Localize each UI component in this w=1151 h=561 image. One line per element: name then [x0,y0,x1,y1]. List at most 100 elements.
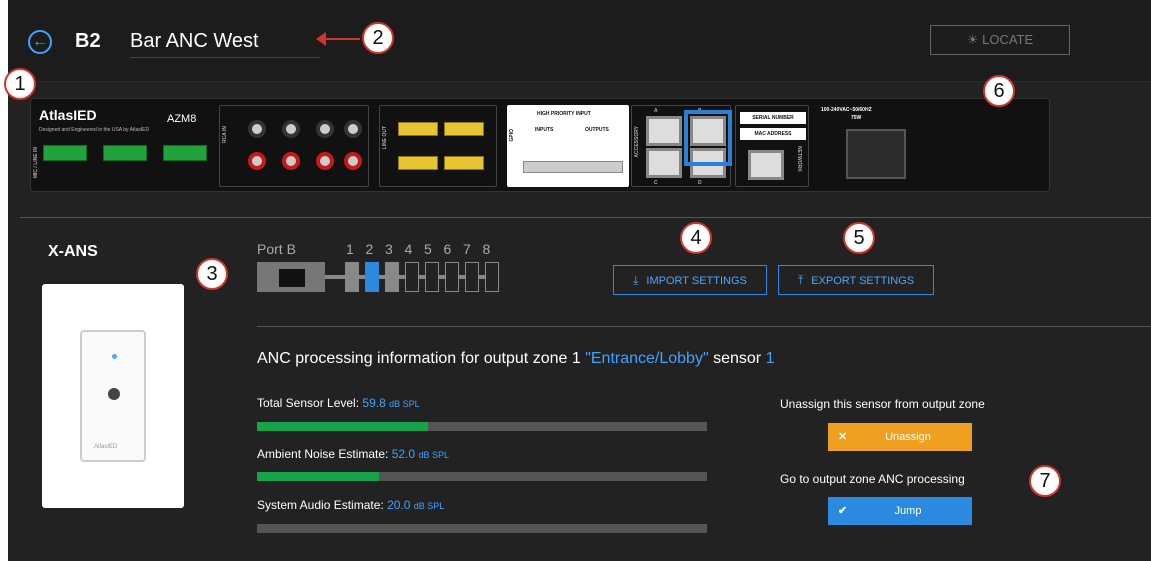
mic-input-terminal [163,145,207,161]
rca-jack [248,152,266,170]
port-d-label: D [698,180,702,186]
accessory-port-c[interactable] [646,148,682,178]
rca-block: RCA IN [219,105,369,187]
port-slot-2[interactable] [365,262,379,292]
network-port[interactable] [748,150,784,180]
ethernet-jack-icon [279,269,305,287]
zone-name-field[interactable]: Bar ANC West [130,30,320,58]
meter-unit: dB SPL [413,501,445,511]
mac-address-label: MAC ADDRESS [740,128,806,140]
network-block: SERIAL NUMBER MAC ADDRESS NETWORK [735,105,809,187]
gpio-block: GPIO HIGH PRIORITY INPUT INPUTS OUTPUTS [507,105,629,187]
rca-jack [282,152,300,170]
sensor-faceplate: AtlasIED [80,330,146,462]
port-label: Port B [257,241,296,257]
meter-label: Total Sensor Level: 59.8 dB SPL [257,396,420,410]
high-priority-input-label: HIGH PRIORITY INPUT [537,111,591,117]
section-divider [257,326,1151,327]
meter-name: Ambient Noise Estimate: [257,447,389,461]
section-divider [20,217,1151,218]
outputs-label: OUTPUTS [585,127,609,133]
port-slot-8[interactable] [485,262,499,292]
rca-jack [282,120,300,138]
lightbulb-icon: ☀ [966,32,979,47]
export-settings-label: EXPORT SETTINGS [811,275,915,287]
port-number: 1 [346,241,354,257]
meter-value: 59.8 [362,396,386,410]
chain-link [325,275,345,279]
sensor-logo: AtlasIED [94,444,118,450]
callout-6: 6 [983,75,1015,107]
unassign-prompt: Unassign this sensor from output zone [780,397,985,411]
accessory-port-a[interactable] [646,116,682,146]
line-out-label: LINE OUT [382,126,388,150]
power-spec: 100-240VAC~50/60HZ [821,107,872,113]
import-settings-button[interactable]: ⤓ IMPORT SETTINGS [613,265,767,295]
port-number: 4 [404,241,413,257]
callout-2: 2 [362,22,394,54]
locate-button[interactable]: ☀ LOCATE [930,25,1070,55]
rca-jack [316,152,334,170]
meter-label: Ambient Noise Estimate: 52.0 dB SPL [257,447,449,461]
port-slot-7[interactable] [465,262,479,292]
line-out-terminal [398,122,438,136]
close-icon: ✕ [838,431,848,443]
accessory-label: ACCESSORY [634,126,640,158]
import-settings-label: IMPORT SETTINGS [646,275,747,287]
callout-7: 7 [1029,465,1061,497]
device-brand-sub: Designed and Engineered in the USA by At… [39,127,150,133]
download-icon: ⤓ [633,273,639,287]
network-label: NETWORK [796,146,802,172]
port-slot-5[interactable] [425,262,439,292]
system-audio-meter [257,524,707,533]
anc-zone-name: "Entrance/Lobby" [585,350,709,367]
sensor-section-title: X-ANS [48,243,98,260]
arrow-left-circle-icon[interactable]: ← [28,30,52,54]
sensor-image: AtlasIED [42,284,184,508]
ambient-noise-meter [257,472,707,481]
gpio-label: GPIO [509,129,515,142]
port-number: 7 [463,241,471,257]
meter-value: 20.0 [387,498,411,512]
port-slot-1[interactable] [345,262,359,292]
unassign-button[interactable]: ✕ Unassign [828,423,972,451]
checkmark-icon: ✔ [838,505,848,517]
meter-label: System Audio Estimate: 20.0 dB SPL [257,498,444,512]
meter-name: Total Sensor Level: [257,396,360,410]
mic-line-in-label: MIC / LINE IN [33,147,39,179]
total-sensor-level-meter [257,422,707,431]
meter-unit: dB SPL [389,399,420,409]
jump-button[interactable]: ✔ Jump [828,497,972,525]
device-model: AZM8 [167,113,197,125]
port-b-connector [257,262,325,292]
jump-label: Jump [894,505,922,517]
port-slot-6[interactable] [445,262,459,292]
rca-jack [248,120,266,138]
meter-fill [257,472,379,481]
accessory-block: ACCESSORY A B C D [631,105,732,187]
power-watts: 75W [851,115,862,121]
port-a-label: A [654,108,658,114]
port-slot-3[interactable] [385,262,399,292]
port-number: 6 [443,241,452,257]
device-brand: AtlasIED [39,107,97,123]
mic-input-terminal [103,145,147,161]
meter-fill [257,422,428,431]
rca-in-label: RCA IN [222,126,228,144]
line-out-terminal [444,156,484,170]
unassign-label: Unassign [885,431,931,443]
jump-prompt: Go to output zone ANC processing [780,472,965,486]
meter-name: System Audio Estimate: [257,498,384,512]
mic-input-terminal [43,145,87,161]
port-b-highlight [684,110,732,166]
port-number: 2 [365,241,374,257]
power-socket [846,129,906,179]
led-indicator [112,354,117,359]
line-out-terminal [398,156,438,170]
inputs-label: INPUTS [535,127,554,133]
anc-title-prefix: ANC processing information for output zo… [257,350,581,367]
serial-number-label: SERIAL NUMBER [740,112,806,124]
port-slot-4[interactable] [405,262,419,292]
export-settings-button[interactable]: ⤒ EXPORT SETTINGS [778,265,934,295]
gpio-terminal [523,161,623,173]
